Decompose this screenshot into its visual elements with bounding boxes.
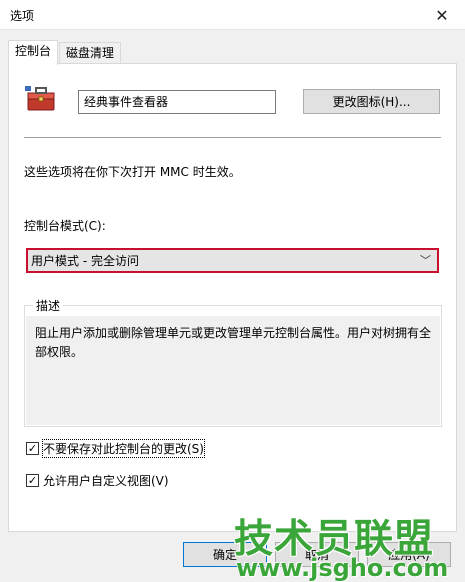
description-group: 描述 阻止用户添加或删除管理单元或更改管理单元控制台属性。用户对树拥有全部权限。 (24, 297, 442, 427)
effect-note: 这些选项将在你下次打开 MMC 时生效。 (24, 165, 241, 179)
console-name-field[interactable]: 经典事件查看器 (78, 90, 276, 114)
window-title: 选项 (10, 9, 35, 23)
chevron-down-icon: ﹀ (420, 254, 431, 267)
custom-view-checkbox-row[interactable]: ✓ 允许用户自定义视图(V) (26, 472, 169, 489)
apply-button[interactable]: 应用(A) (367, 542, 451, 567)
ok-button[interactable]: 确定 (183, 542, 267, 567)
custom-view-checkbox-label[interactable]: 允许用户自定义视图(V) (43, 472, 169, 489)
no-save-checkbox-label[interactable]: 不要保存对此控制台的更改(S) (42, 439, 205, 458)
tab-console[interactable]: 控制台 (8, 40, 59, 65)
no-save-checkbox-row[interactable]: ✓ 不要保存对此控制台的更改(S) (26, 439, 205, 458)
console-mode-value: 用户模式 - 完全访问 (31, 254, 139, 268)
console-mode-select[interactable]: 用户模式 - 完全访问 ﹀ (26, 248, 439, 273)
close-icon: ✕ (435, 5, 449, 25)
console-mode-label: 控制台模式(C): (24, 219, 106, 233)
tab-disk-cleanup[interactable]: 磁盘清理 (59, 42, 122, 63)
description-text: 阻止用户添加或删除管理单元或更改管理单元控制台属性。用户对树拥有全部权限。 (26, 316, 440, 425)
toolbox-icon (25, 86, 55, 111)
description-legend: 描述 (33, 297, 64, 314)
title-bar: 选项 ✕ (0, 0, 465, 30)
cancel-button[interactable]: 取消 (275, 542, 359, 567)
console-tab-panel: 经典事件查看器 更改图标(H)... 这些选项将在你下次打开 MMC 时生效。 … (8, 63, 457, 532)
no-save-checkbox[interactable]: ✓ (26, 442, 39, 455)
custom-view-checkbox[interactable]: ✓ (26, 474, 39, 487)
change-icon-button[interactable]: 更改图标(H)... (303, 89, 440, 114)
separator (24, 137, 441, 138)
close-button[interactable]: ✕ (419, 0, 465, 30)
